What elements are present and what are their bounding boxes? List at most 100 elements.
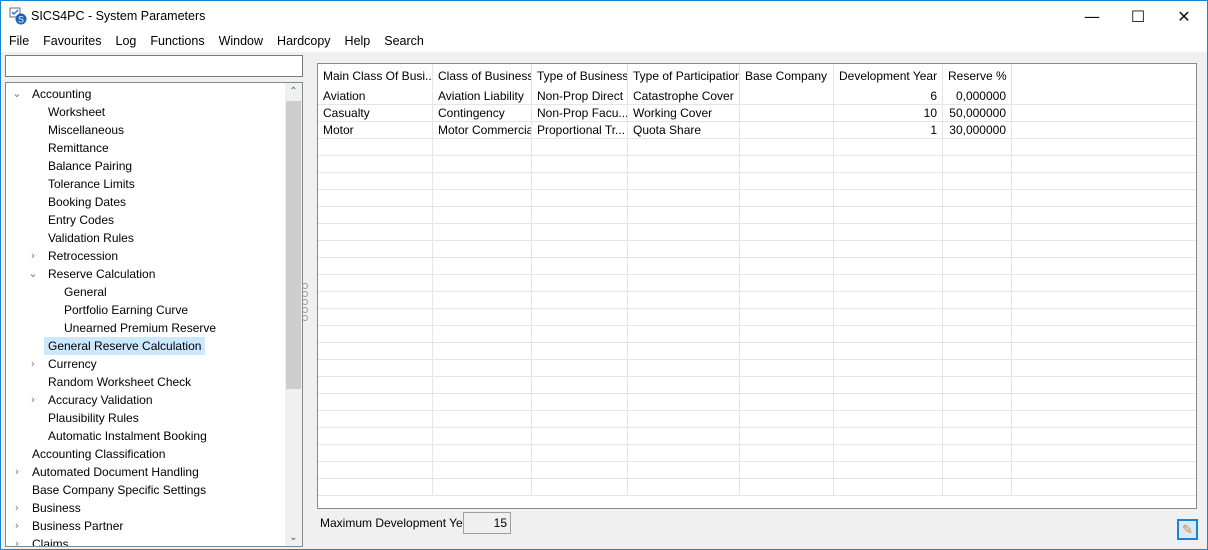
empty-cell[interactable] [834, 224, 943, 241]
tree-item[interactable]: Accounting Classification [28, 445, 169, 463]
menu-help[interactable]: Help [338, 31, 378, 52]
empty-cell[interactable] [1012, 309, 1196, 326]
grid-cell[interactable]: 1 [834, 122, 943, 139]
grid-cell[interactable]: Motor Commercial [433, 122, 532, 139]
chevron-right-icon[interactable]: › [28, 391, 38, 409]
tree-item[interactable]: Miscellaneous [44, 121, 128, 139]
empty-cell[interactable] [834, 156, 943, 173]
tree-item[interactable]: General Reserve Calculation [44, 337, 206, 355]
empty-cell[interactable] [628, 445, 740, 462]
menu-functions[interactable]: Functions [143, 31, 211, 52]
empty-cell[interactable] [1012, 292, 1196, 309]
empty-cell[interactable] [628, 377, 740, 394]
menu-window[interactable]: Window [212, 31, 270, 52]
tree-item[interactable]: Currency [44, 355, 101, 373]
scroll-down-icon[interactable]: ⌄ [285, 529, 302, 546]
column-header[interactable]: Class of Business [433, 64, 532, 88]
empty-cell[interactable] [1012, 190, 1196, 207]
empty-cell[interactable] [433, 360, 532, 377]
empty-cell[interactable] [532, 275, 628, 292]
empty-cell[interactable] [433, 190, 532, 207]
chevron-right-icon[interactable]: › [12, 463, 22, 481]
empty-cell[interactable] [740, 411, 834, 428]
empty-cell[interactable] [943, 462, 1012, 479]
empty-cell[interactable] [433, 275, 532, 292]
empty-cell[interactable] [740, 326, 834, 343]
chevron-right-icon[interactable]: › [28, 355, 38, 373]
empty-cell[interactable] [318, 343, 433, 360]
tree-item[interactable]: Portfolio Earning Curve [60, 301, 192, 319]
empty-cell[interactable] [532, 241, 628, 258]
empty-cell[interactable] [834, 275, 943, 292]
empty-cell[interactable] [532, 190, 628, 207]
empty-cell[interactable] [433, 394, 532, 411]
empty-cell[interactable] [318, 462, 433, 479]
empty-cell[interactable] [740, 479, 834, 496]
empty-cell[interactable] [628, 394, 740, 411]
tree-item[interactable]: Business [28, 499, 85, 517]
empty-cell[interactable] [740, 377, 834, 394]
grid-cell[interactable]: Proportional Tr... [532, 122, 628, 139]
empty-cell[interactable] [532, 139, 628, 156]
empty-cell[interactable] [628, 462, 740, 479]
tree-search-input[interactable] [5, 55, 303, 77]
empty-cell[interactable] [433, 462, 532, 479]
empty-cell[interactable] [628, 224, 740, 241]
empty-cell[interactable] [532, 445, 628, 462]
empty-cell[interactable] [628, 479, 740, 496]
empty-cell[interactable] [943, 190, 1012, 207]
empty-cell[interactable] [433, 139, 532, 156]
tree-scrollbar[interactable]: ⌃ ⌄ [285, 83, 302, 546]
empty-cell[interactable] [1012, 394, 1196, 411]
empty-cell[interactable] [1012, 241, 1196, 258]
empty-cell[interactable] [740, 241, 834, 258]
empty-cell[interactable] [628, 292, 740, 309]
empty-cell[interactable] [943, 139, 1012, 156]
empty-cell[interactable] [834, 343, 943, 360]
tree-item[interactable]: Tolerance Limits [44, 175, 139, 193]
tree-item[interactable]: Random Worksheet Check [44, 373, 195, 391]
empty-cell[interactable] [1012, 326, 1196, 343]
empty-cell[interactable] [532, 479, 628, 496]
empty-cell[interactable] [532, 462, 628, 479]
grid-cell[interactable] [740, 122, 834, 139]
empty-cell[interactable] [532, 156, 628, 173]
empty-cell[interactable] [318, 275, 433, 292]
tree-item[interactable]: Accuracy Validation [44, 391, 157, 409]
empty-cell[interactable] [628, 258, 740, 275]
empty-cell[interactable] [1012, 88, 1196, 105]
empty-cell[interactable] [740, 309, 834, 326]
tree-item[interactable]: Business Partner [28, 517, 127, 535]
chevron-right-icon[interactable]: › [28, 247, 38, 265]
column-header[interactable]: Reserve % [943, 64, 1012, 88]
empty-cell[interactable] [532, 173, 628, 190]
empty-cell[interactable] [318, 258, 433, 275]
empty-cell[interactable] [318, 360, 433, 377]
empty-cell[interactable] [532, 411, 628, 428]
column-header[interactable]: Type of Participation [628, 64, 740, 88]
tree-item[interactable]: Automated Document Handling [28, 463, 203, 481]
empty-cell[interactable] [532, 326, 628, 343]
empty-cell[interactable] [318, 479, 433, 496]
empty-cell[interactable] [1012, 224, 1196, 241]
empty-cell[interactable] [318, 292, 433, 309]
empty-cell[interactable] [433, 156, 532, 173]
empty-cell[interactable] [740, 190, 834, 207]
empty-cell[interactable] [943, 428, 1012, 445]
empty-cell[interactable] [318, 428, 433, 445]
empty-cell[interactable] [943, 258, 1012, 275]
grid-cell[interactable]: Catastrophe Cover [628, 88, 740, 105]
menu-favourites[interactable]: Favourites [36, 31, 108, 52]
empty-cell[interactable] [628, 139, 740, 156]
chevron-down-icon[interactable]: ⌄ [28, 265, 38, 283]
empty-cell[interactable] [943, 173, 1012, 190]
empty-cell[interactable] [834, 173, 943, 190]
empty-cell[interactable] [433, 173, 532, 190]
empty-cell[interactable] [834, 241, 943, 258]
grid-cell[interactable]: 30,000000 [943, 122, 1012, 139]
tree-item[interactable]: Worksheet [44, 103, 109, 121]
empty-cell[interactable] [532, 394, 628, 411]
empty-cell[interactable] [628, 190, 740, 207]
empty-cell[interactable] [740, 462, 834, 479]
empty-cell[interactable] [943, 207, 1012, 224]
